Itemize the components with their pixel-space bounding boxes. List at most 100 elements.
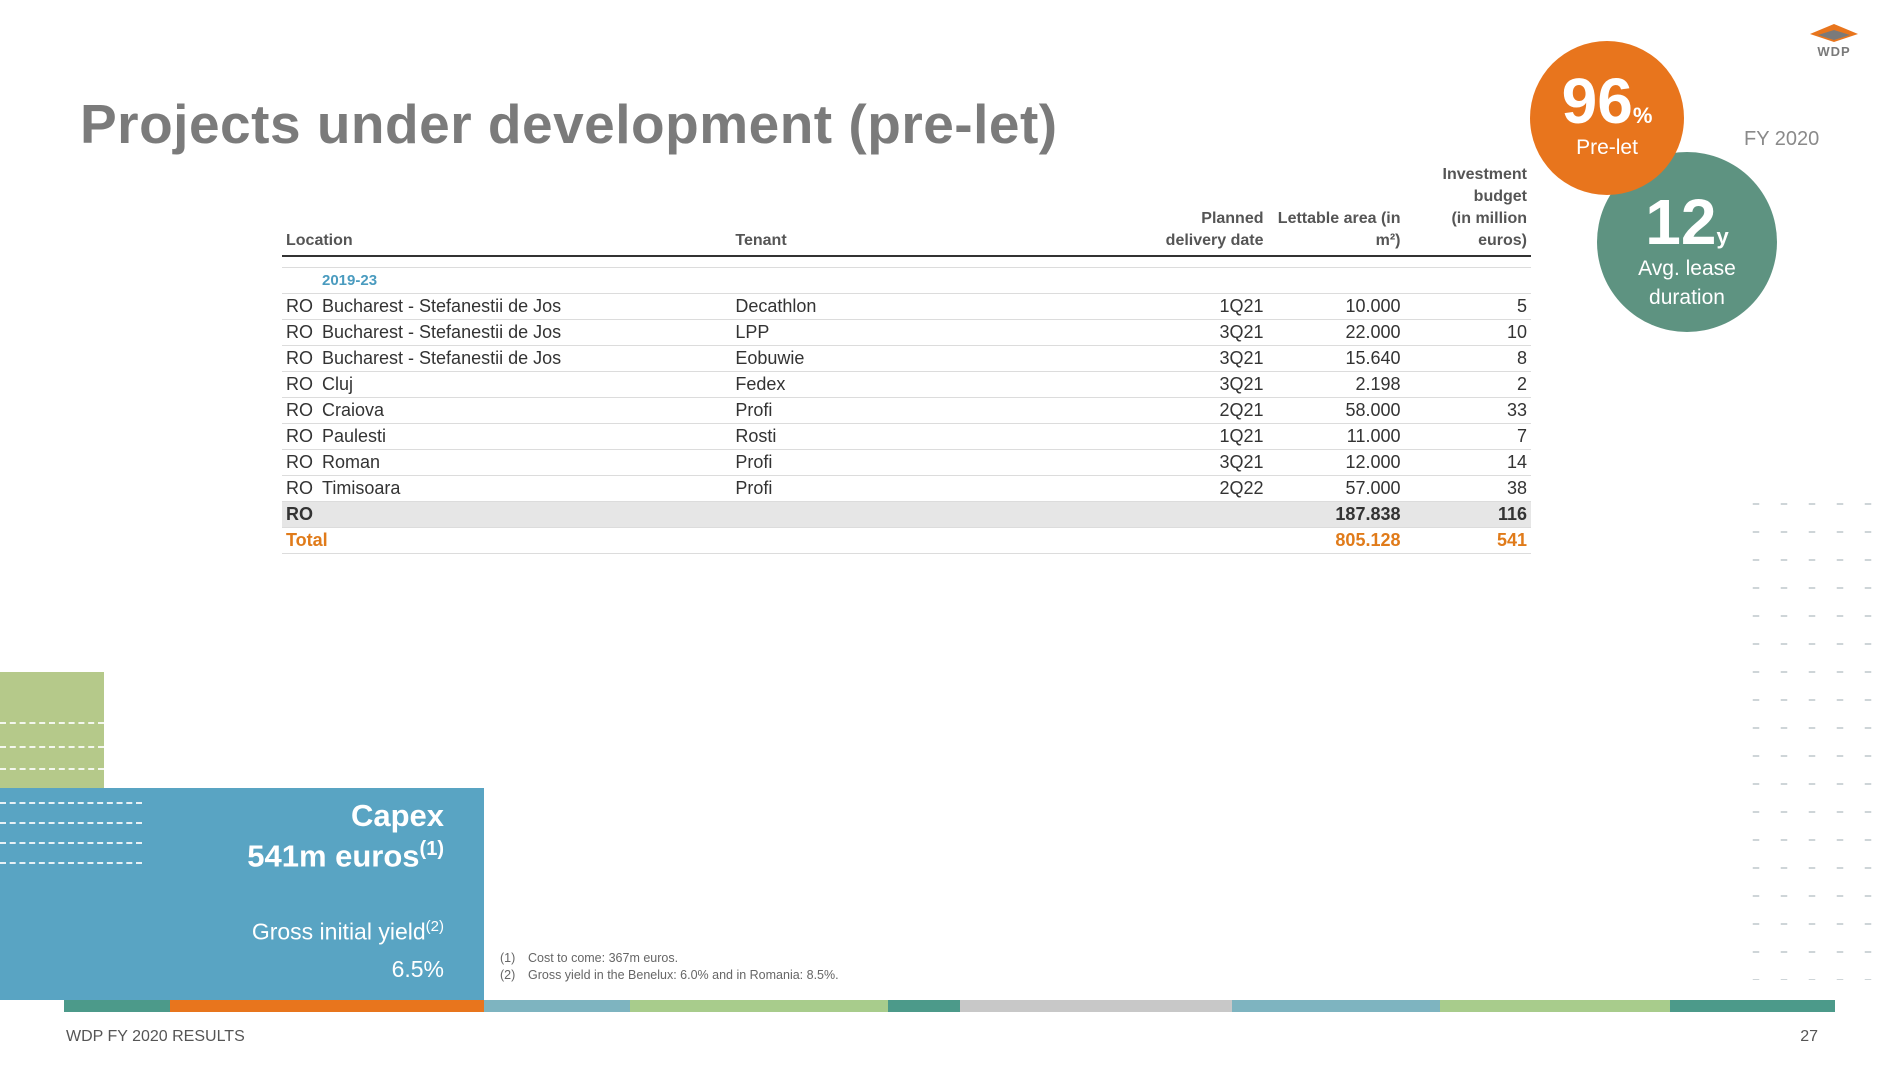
tenant-cell: Rosti (731, 423, 1139, 450)
area-cell: 22.000 (1267, 319, 1405, 346)
lease-value: 12 (1645, 186, 1717, 258)
period-row: 2019-23 (282, 267, 1531, 294)
tenant-cell: Profi (731, 449, 1139, 476)
area-cell: 11.000 (1267, 423, 1405, 450)
table-row: RO Bucharest - Stefanestii de Jos LPP 3Q2… (282, 319, 1531, 346)
location-cell: Paulesti (322, 426, 387, 446)
prelet-badge: 96% Pre-let (1530, 41, 1684, 195)
area-cell: 2.198 (1267, 371, 1405, 398)
page-number: 27 (1800, 1028, 1818, 1045)
projects-table: Location Tenant Planned delivery date Le… (282, 164, 1531, 554)
location-cell: Craiova (322, 400, 385, 420)
gross-yield-note: (2) (425, 918, 444, 935)
col-location: Location (282, 164, 732, 257)
logo-text: WDP (1817, 44, 1851, 59)
capex-amount-note: (1) (419, 838, 444, 860)
decorative-dash-line (0, 842, 142, 846)
area-cell: 10.000 (1267, 293, 1405, 320)
decorative-dash-line (0, 862, 142, 866)
decorative-dash-line (0, 768, 104, 772)
budget-cell: 10 (1404, 319, 1531, 346)
budget-cell: 2 (1404, 371, 1531, 398)
decorative-dash-line (0, 802, 142, 806)
total-budget: 541 (1404, 527, 1531, 554)
tenant-cell: Decathlon (731, 293, 1139, 320)
table-row: RO Bucharest - Stefanestii de Jos Eobuwie… (282, 345, 1531, 372)
color-stripe-bar (64, 1000, 1835, 1012)
location-cell: Roman (322, 452, 381, 472)
location-cell: Bucharest - Stefanestii de Jos (322, 296, 562, 316)
capex-panel: Capex 541m euros(1) Gross initial yield(… (0, 788, 484, 1000)
total-area: 805.128 (1267, 527, 1405, 554)
delivery-cell: 3Q21 (1138, 345, 1268, 372)
prelet-unit: % (1632, 103, 1653, 128)
area-cell: 58.000 (1267, 397, 1405, 424)
delivery-cell: 2Q21 (1138, 397, 1268, 424)
table-header-row: Location Tenant Planned delivery date Le… (282, 164, 1531, 257)
delivery-cell: 1Q21 (1138, 423, 1268, 450)
subtotal-label: RO (282, 501, 732, 528)
area-cell: 12.000 (1267, 449, 1405, 476)
col-tenant: Tenant (731, 164, 1139, 257)
logo-roof-icon (1810, 24, 1858, 42)
period-label: 2019-23 (282, 267, 1531, 294)
footnotes: (1) Cost to come: 367m euros. (2) Gross yi… (500, 950, 839, 984)
delivery-cell: 2Q22 (1138, 475, 1268, 502)
delivery-cell: 1Q21 (1138, 293, 1268, 320)
prelet-label: Pre-let (1576, 136, 1638, 159)
lease-label-2: duration (1649, 286, 1725, 309)
subtotal-row: RO 187.838 116 (282, 501, 1531, 528)
budget-cell: 33 (1404, 397, 1531, 424)
location-cell: Bucharest - Stefanestii de Jos (322, 322, 562, 342)
tenant-cell: Eobuwie (731, 345, 1139, 372)
wdp-logo: WDP (1806, 22, 1862, 62)
table-row: RO Roman Profi 3Q21 12.000 14 (282, 449, 1531, 476)
gross-yield-value: 6.5% (391, 956, 444, 982)
decorative-dash-line (0, 722, 104, 726)
budget-cell: 5 (1404, 293, 1531, 320)
lease-unit: y (1716, 224, 1729, 249)
budget-cell: 14 (1404, 449, 1531, 476)
footnote: (1) Cost to come: 367m euros. (500, 951, 679, 965)
delivery-cell: 3Q21 (1138, 449, 1268, 476)
decorative-green-block (0, 672, 104, 790)
delivery-cell: 3Q21 (1138, 371, 1268, 398)
col-budget: Investment budget (in million euros) (1404, 164, 1531, 257)
footnote: (2) Gross yield in the Benelux: 6.0% and … (500, 968, 839, 982)
total-row: Total 805.128 541 (282, 527, 1531, 554)
table-row: RO Paulesti Rosti 1Q21 11.000 7 (282, 423, 1531, 450)
decorative-dash-line (0, 822, 142, 826)
capex-title: Capex (350, 798, 444, 833)
col-area: Lettable area (in m²) (1267, 164, 1405, 257)
table-row: RO Cluj Fedex 3Q21 2.198 2 (282, 371, 1531, 398)
tenant-cell: Fedex (731, 371, 1139, 398)
decorative-dot-pattern (1742, 490, 1872, 980)
table-row: RO Timisoara Profi 2Q22 57.000 38 (282, 475, 1531, 502)
area-cell: 57.000 (1267, 475, 1405, 502)
page-title: Projects under development (pre-let) (80, 93, 1058, 155)
subtotal-budget: 116 (1404, 501, 1531, 528)
gross-yield-label: Gross initial yield(2) (251, 918, 444, 945)
budget-cell: 8 (1404, 345, 1531, 372)
total-label: Total (282, 527, 732, 554)
tenant-cell: Profi (731, 475, 1139, 502)
capex-amount: 541m euros(1) (247, 838, 444, 874)
lease-label-1: Avg. lease (1638, 257, 1736, 280)
location-cell: Bucharest - Stefanestii de Jos (322, 348, 562, 368)
budget-cell: 7 (1404, 423, 1531, 450)
subtotal-area: 187.838 (1267, 501, 1405, 528)
table-row: RO Bucharest - Stefanestii de Jos Decathl… (282, 293, 1531, 320)
delivery-cell: 3Q21 (1138, 319, 1268, 346)
col-delivery: Planned delivery date (1138, 164, 1268, 257)
prelet-value: 96 (1561, 65, 1633, 137)
location-cell: Cluj (322, 374, 354, 394)
fy-label: FY 2020 (1744, 128, 1820, 150)
tenant-cell: Profi (731, 397, 1139, 424)
location-cell: Timisoara (322, 478, 401, 498)
decorative-dash-line (0, 746, 104, 750)
table-row: RO Craiova Profi 2Q21 58.000 33 (282, 397, 1531, 424)
budget-cell: 38 (1404, 475, 1531, 502)
area-cell: 15.640 (1267, 345, 1405, 372)
tenant-cell: LPP (731, 319, 1139, 346)
footer-text: WDP FY 2020 RESULTS (66, 1028, 245, 1045)
